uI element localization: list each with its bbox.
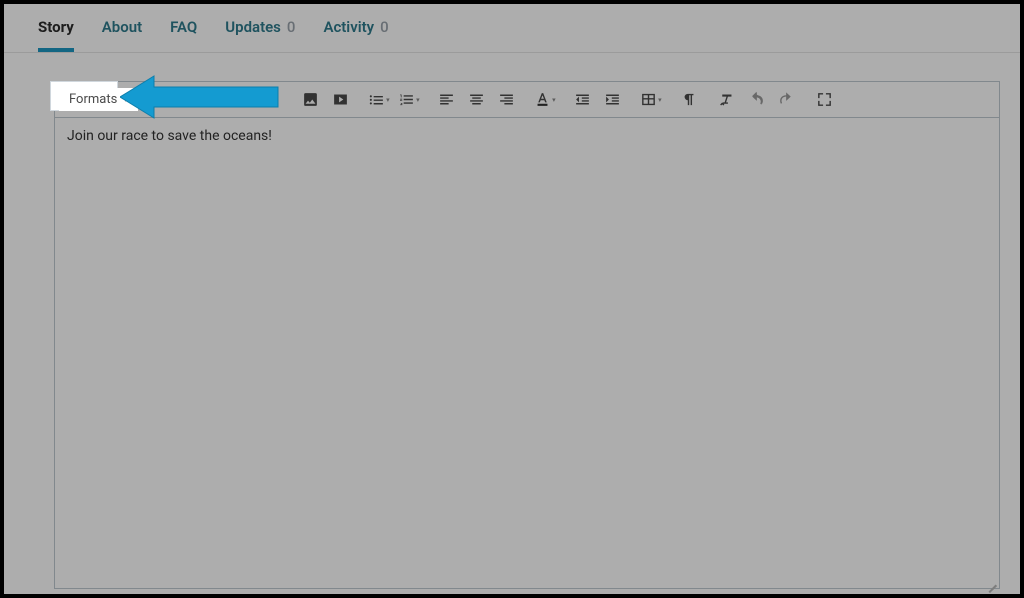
indent-button[interactable]	[599, 86, 627, 114]
tab-faq[interactable]: FAQ	[170, 18, 197, 52]
tab-label: Activity	[323, 18, 374, 36]
tab-updates[interactable]: Updates 0	[225, 18, 295, 52]
chevron-down-icon: ▾	[552, 96, 556, 104]
tab-story[interactable]: Story	[38, 18, 74, 52]
tab-label: Updates	[225, 18, 281, 36]
ordered-list-button[interactable]: ▾	[395, 86, 423, 114]
editor-body[interactable]: Join our race to save the oceans!	[55, 118, 999, 588]
align-left-icon	[438, 91, 455, 108]
tab-label: FAQ	[170, 18, 197, 36]
redo-button[interactable]	[773, 86, 801, 114]
formats-label: Formats	[69, 92, 117, 107]
numbered-list-icon	[398, 91, 415, 108]
insert-video-button[interactable]	[327, 86, 355, 114]
paragraph-button[interactable]	[675, 86, 703, 114]
tabs: Story About FAQ Updates 0 Activity 0	[4, 4, 1020, 53]
clear-formatting-button[interactable]	[713, 86, 741, 114]
outdent-icon	[574, 91, 591, 108]
image-icon	[302, 91, 319, 108]
text-color-icon	[534, 91, 551, 108]
formats-dropdown[interactable]: Formats ▾	[59, 88, 138, 111]
chevron-down-icon: ▾	[658, 96, 662, 104]
redo-icon	[778, 91, 795, 108]
tab-count: 0	[380, 18, 389, 36]
editor-text: Join our race to save the oceans!	[67, 128, 272, 144]
undo-icon	[748, 91, 765, 108]
indent-icon	[604, 91, 621, 108]
align-center-button[interactable]	[463, 86, 491, 114]
text-color-button[interactable]: ▾	[531, 86, 559, 114]
align-left-button[interactable]	[433, 86, 461, 114]
align-center-icon	[468, 91, 485, 108]
insert-image-button[interactable]	[297, 86, 325, 114]
chevron-down-icon: ▾	[123, 95, 128, 105]
pilcrow-icon	[680, 91, 697, 108]
content-wrap: Story About FAQ Updates 0 Activity 0 For…	[4, 4, 1020, 594]
tab-label: Story	[38, 18, 74, 36]
outdent-button[interactable]	[569, 86, 597, 114]
fullscreen-icon	[816, 91, 833, 108]
tab-about[interactable]: About	[102, 18, 142, 52]
unordered-list-button[interactable]: ▾	[365, 86, 393, 114]
clear-format-icon	[718, 91, 735, 108]
tab-count: 0	[287, 18, 296, 36]
table-icon	[640, 91, 657, 108]
chevron-down-icon: ▾	[416, 96, 420, 104]
fullscreen-button[interactable]	[811, 86, 839, 114]
rich-text-editor: Formats ▾ ▾ ▾	[54, 81, 1000, 589]
resize-handle[interactable]	[985, 574, 997, 586]
undo-button[interactable]	[743, 86, 771, 114]
insert-table-button[interactable]: ▾	[637, 86, 665, 114]
align-right-button[interactable]	[493, 86, 521, 114]
bullet-list-icon	[368, 91, 385, 108]
video-icon	[332, 91, 349, 108]
editor-toolbar: Formats ▾ ▾ ▾	[55, 82, 999, 118]
chevron-down-icon: ▾	[386, 96, 390, 104]
tab-activity[interactable]: Activity 0	[323, 18, 388, 52]
align-right-icon	[498, 91, 515, 108]
tab-label: About	[102, 18, 142, 36]
